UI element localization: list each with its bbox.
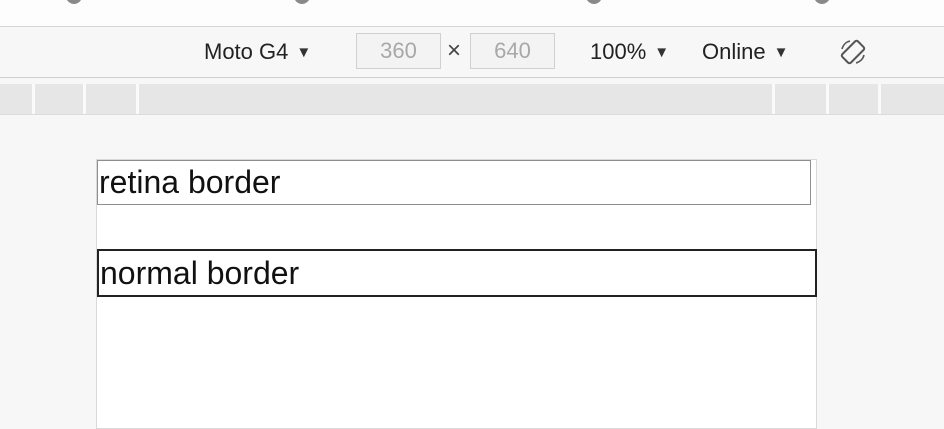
network-select-label: Online bbox=[702, 39, 766, 64]
height-value: 640 bbox=[494, 38, 531, 63]
device-toolbar: Moto G4 ▼ 360 × 640 100% ▼ Online ▼ bbox=[0, 27, 944, 78]
strip-handle-icon bbox=[294, 0, 310, 4]
top-strip bbox=[0, 0, 944, 27]
retina-border-box: retina border bbox=[97, 160, 811, 205]
rotate-icon[interactable] bbox=[838, 37, 868, 67]
ruler-divider bbox=[878, 84, 881, 114]
device-select-label: Moto G4 bbox=[204, 39, 289, 64]
chevron-down-icon: ▼ bbox=[654, 43, 670, 61]
device-viewport: retina border normal border bbox=[96, 159, 817, 429]
network-select[interactable]: Online ▼ bbox=[702, 27, 788, 77]
ruler-divider bbox=[136, 84, 139, 114]
dimension-separator: × bbox=[447, 37, 462, 64]
zoom-select-label: 100% bbox=[590, 39, 647, 64]
ruler-divider bbox=[32, 84, 35, 114]
media-query-bar[interactable] bbox=[0, 84, 944, 115]
zoom-select[interactable]: 100% ▼ bbox=[590, 27, 669, 77]
width-value: 360 bbox=[380, 38, 417, 63]
ruler-divider bbox=[826, 84, 829, 114]
height-input[interactable]: 640 bbox=[470, 33, 555, 69]
width-input[interactable]: 360 bbox=[356, 33, 441, 69]
chevron-down-icon: ▼ bbox=[296, 43, 312, 61]
strip-handle-icon bbox=[586, 0, 602, 4]
strip-handle-icon bbox=[814, 0, 830, 4]
normal-border-box: normal border bbox=[97, 249, 817, 297]
chevron-down-icon: ▼ bbox=[773, 43, 789, 61]
ruler-divider bbox=[772, 84, 775, 114]
device-select[interactable]: Moto G4 ▼ bbox=[204, 27, 311, 77]
ruler-divider bbox=[83, 84, 86, 114]
strip-handle-icon bbox=[66, 0, 82, 4]
